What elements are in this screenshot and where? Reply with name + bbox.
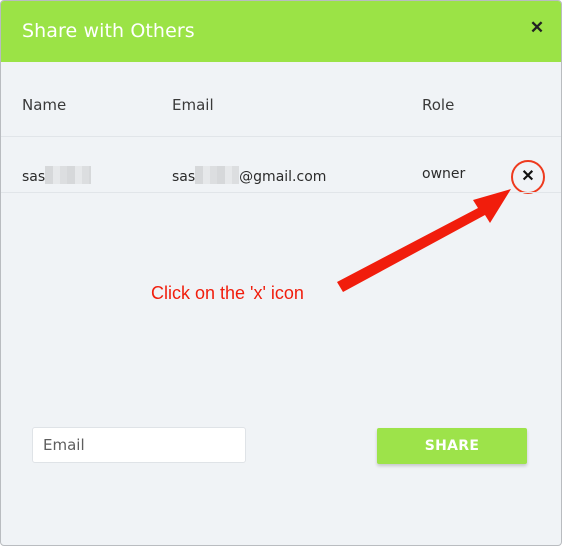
share-button[interactable]: SHARE: [377, 428, 527, 464]
arrow-shape: [337, 189, 511, 292]
share-dialog: Share with Others ✕ Name Email Role sas …: [0, 0, 562, 546]
annotation-text: Click on the 'x' icon: [151, 283, 304, 303]
email-input[interactable]: [32, 427, 246, 463]
